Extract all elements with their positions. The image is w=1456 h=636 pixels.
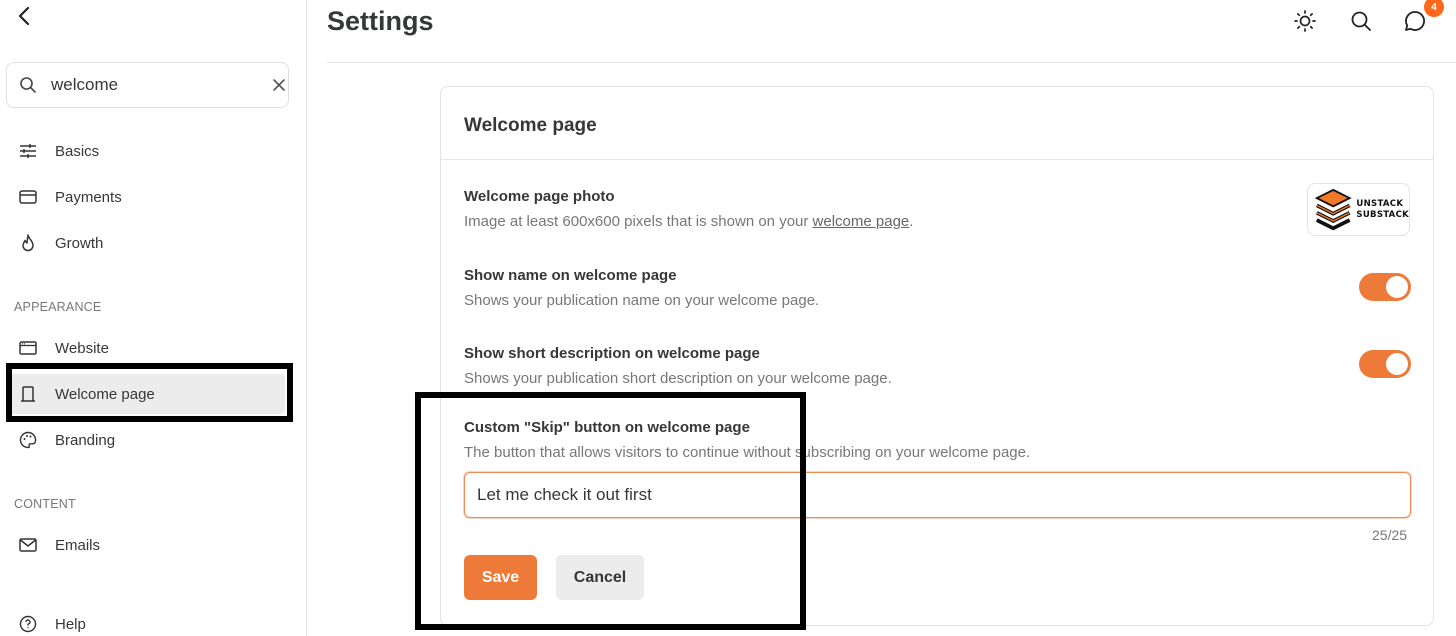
toggle-knob [1386,353,1408,375]
search-input[interactable] [51,75,272,95]
stack-logo-icon [1314,188,1352,230]
show-description-desc: Shows your publication short description… [464,370,892,387]
sidebar-item-label: Welcome page [55,385,155,403]
sidebar-item-label: Emails [55,536,101,554]
save-button[interactable]: Save [464,555,537,600]
help-icon [19,615,37,633]
door-icon [19,385,37,403]
show-name-title: Show name on welcome page [464,267,677,284]
photo-setting-desc: Image at least 600x600 pixels that is sh… [464,213,913,230]
section-label-appearance: APPEARANCE [14,300,102,314]
sidebar-item-growth[interactable]: Growth [10,223,285,263]
sidebar-item-help[interactable]: Help [10,604,285,636]
welcome-page-card: Welcome page Welcome page photo Image at… [440,86,1434,626]
sidebar-item-label: Help [55,615,86,633]
logo-line-2: SUBSTACK [1356,209,1409,220]
mail-icon [19,536,37,554]
show-description-title: Show short description on welcome page [464,345,760,362]
character-counter: 25/25 [1372,527,1408,543]
show-description-toggle[interactable] [1359,350,1411,378]
sidebar-item-welcome-page[interactable]: Welcome page [10,374,285,414]
card-divider [441,159,1433,160]
back-arrow-icon[interactable] [14,6,34,26]
toggle-knob [1386,276,1408,298]
welcome-photo-thumbnail[interactable]: UNSTACK SUBSTACK [1307,183,1410,236]
settings-search-box [6,62,289,108]
skip-button-title: Custom "Skip" button on welcome page [464,419,750,436]
clear-search-icon[interactable] [272,75,286,95]
header-divider [327,62,1456,63]
sidebar-item-branding[interactable]: Branding [10,420,285,460]
skip-button-desc: The button that allows visitors to conti… [464,444,1031,461]
search-icon [19,76,37,94]
sidebar-item-label: Payments [55,188,122,206]
notification-badge: 4 [1424,0,1444,17]
skip-button-text-input[interactable] [464,472,1411,518]
show-name-toggle[interactable] [1359,273,1411,301]
sidebar-item-label: Basics [55,142,100,160]
sidebar-item-label: Branding [55,431,116,449]
sidebar-item-website[interactable]: Website [10,328,285,368]
section-label-content: CONTENT [14,497,76,511]
sliders-icon [19,142,37,160]
sidebar-item-basics[interactable]: Basics [10,131,285,171]
page-title: Settings [327,6,434,36]
card-title: Welcome page [464,115,597,136]
credit-card-icon [19,188,37,206]
show-name-desc: Shows your publication name on your welc… [464,292,820,309]
sidebar-item-label: Website [55,339,109,357]
photo-desc-suffix: . [909,213,914,230]
sidebar: Basics Payments Growth APPEARANCE Websit… [0,0,307,636]
photo-desc-text: Image at least 600x600 pixels that is sh… [464,213,813,230]
palette-icon [19,431,37,449]
flame-icon [19,234,37,252]
search-icon[interactable] [1348,8,1374,34]
logo-text: UNSTACK SUBSTACK [1356,199,1409,221]
sidebar-item-emails[interactable]: Emails [10,525,285,565]
sidebar-item-payments[interactable]: Payments [10,177,285,217]
theme-toggle-icon[interactable] [1292,8,1318,34]
browser-window-icon [19,339,37,357]
chat-icon[interactable] [1402,8,1428,34]
cancel-button[interactable]: Cancel [556,555,644,600]
logo-line-1: UNSTACK [1356,198,1404,209]
sidebar-item-label: Growth [55,234,104,252]
welcome-page-link[interactable]: welcome page [813,213,910,230]
photo-setting-title: Welcome page photo [464,188,615,205]
